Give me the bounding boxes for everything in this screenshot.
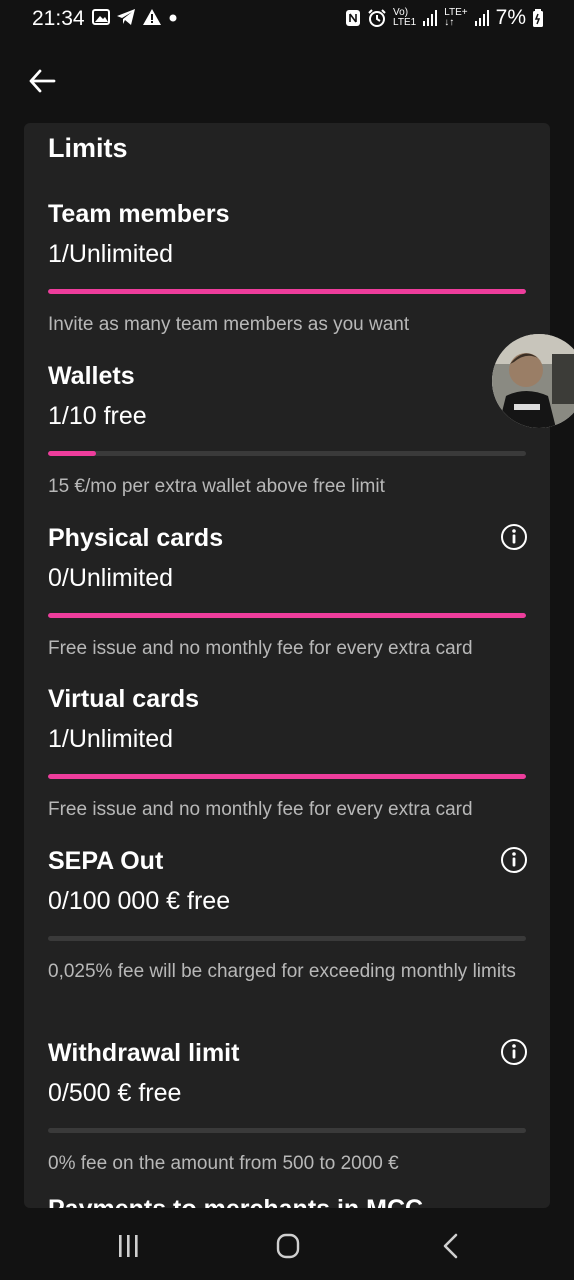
battery-percent: 7% bbox=[495, 6, 526, 29]
limit-row-wallets: Wallets 1/10 free 15 €/mo per extra wall… bbox=[48, 361, 526, 502]
limit-progress-fill bbox=[48, 451, 96, 456]
limit-progress-fill bbox=[48, 613, 526, 618]
system-nav-bar bbox=[0, 1208, 574, 1280]
limit-description: 15 €/mo per extra wallet above free limi… bbox=[48, 476, 385, 497]
back-arrow-icon[interactable] bbox=[26, 64, 60, 98]
limit-progress-fill bbox=[48, 289, 526, 294]
limit-description: Invite as many team members as you want bbox=[48, 314, 410, 335]
limit-progress-bar bbox=[48, 1128, 526, 1133]
limit-value: 0/100 000 € free bbox=[48, 887, 231, 915]
limit-value: 0/Unlimited bbox=[48, 564, 174, 592]
alarm-icon bbox=[368, 9, 386, 27]
limit-description: Free issue and no monthly fee for every … bbox=[48, 799, 473, 820]
limit-progress-bar bbox=[48, 289, 526, 294]
signal-icon bbox=[423, 10, 438, 26]
signal-2-icon bbox=[474, 10, 489, 26]
gallery-icon bbox=[92, 9, 110, 25]
limit-value: 1/Unlimited bbox=[48, 240, 174, 268]
limit-name: Wallets bbox=[48, 362, 135, 390]
telegram-icon bbox=[117, 9, 135, 25]
limit-name: Team members bbox=[48, 200, 230, 228]
warning-icon bbox=[143, 9, 161, 25]
nfc-icon bbox=[346, 10, 361, 26]
lte1-label: LTE1 bbox=[393, 17, 417, 28]
limit-value: 0/500 € free bbox=[48, 1079, 182, 1107]
info-icon[interactable] bbox=[500, 523, 528, 551]
limit-description: 0,025% fee will be charged for exceeding… bbox=[48, 961, 516, 982]
limit-progress-fill bbox=[48, 774, 526, 779]
limit-progress-bar bbox=[48, 451, 526, 456]
limits-card: Limits Team members 1/Unlimited Invite a… bbox=[24, 123, 550, 1208]
nav-back-icon[interactable] bbox=[430, 1232, 470, 1260]
limit-name: SEPA Out bbox=[48, 847, 164, 875]
battery-icon bbox=[533, 9, 543, 27]
limit-description: Free issue and no monthly fee for every … bbox=[48, 638, 473, 659]
notification-dot-icon bbox=[169, 14, 177, 22]
limit-progress-bar bbox=[48, 613, 526, 618]
limit-row-withdrawal: Withdrawal limit 0/500 € free 0% fee on … bbox=[48, 1038, 528, 1179]
status-bar: 21:34 Vo) LTE1 LTE+ ↓↑ 7% bbox=[0, 0, 574, 40]
limit-row-sepa-out: SEPA Out 0/100 000 € free 0,025% fee wil… bbox=[48, 846, 528, 987]
limits-title: Limits bbox=[48, 133, 128, 163]
recent-apps-icon[interactable] bbox=[108, 1232, 148, 1260]
status-time: 21:34 bbox=[32, 7, 85, 30]
limit-row-team-members: Team members 1/Unlimited Invite as many … bbox=[48, 199, 526, 340]
limit-name: Virtual cards bbox=[48, 685, 200, 713]
limit-name: Physical cards bbox=[48, 524, 224, 552]
limit-progress-bar bbox=[48, 774, 526, 779]
home-icon[interactable] bbox=[268, 1232, 308, 1260]
limit-row-virtual-cards: Virtual cards 1/Unlimited Free issue and… bbox=[48, 684, 526, 825]
limit-row-physical-cards: Physical cards 0/Unlimited Free issue an… bbox=[48, 523, 528, 664]
limit-row-partial-title: Payments to merchants in MCC bbox=[48, 1195, 423, 1208]
info-icon[interactable] bbox=[500, 1038, 528, 1066]
limit-name: Withdrawal limit bbox=[48, 1039, 240, 1067]
limit-value: 1/10 free bbox=[48, 402, 147, 430]
limit-value: 1/Unlimited bbox=[48, 725, 174, 753]
info-icon[interactable] bbox=[500, 846, 528, 874]
limit-description: 0% fee on the amount from 500 to 2000 € bbox=[48, 1153, 399, 1174]
limit-progress-bar bbox=[48, 936, 526, 941]
